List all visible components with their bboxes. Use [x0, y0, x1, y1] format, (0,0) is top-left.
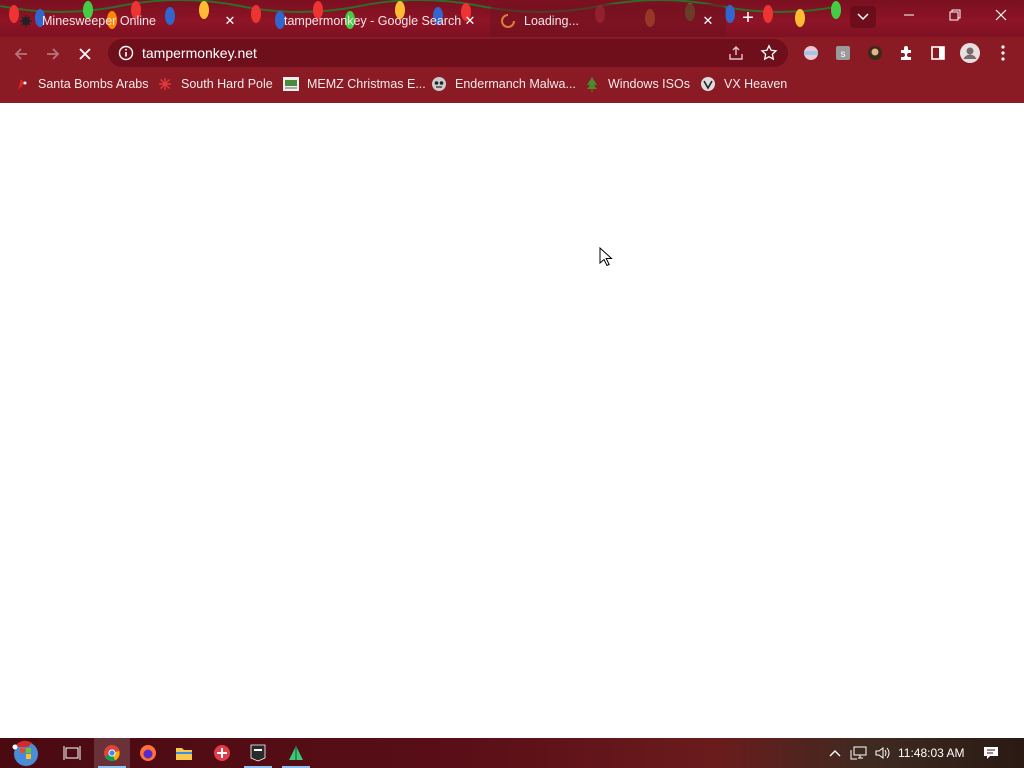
extension-avatar-icon[interactable] [866, 44, 884, 62]
network-button[interactable] [849, 738, 869, 768]
forward-button[interactable] [40, 41, 66, 67]
chevron-down-icon [857, 13, 869, 21]
bookmark-label: MEMZ Christmas E... [307, 77, 426, 91]
address-bar[interactable]: tampermonkey.net [108, 39, 788, 67]
tab-title: Loading... [524, 13, 579, 28]
taskbar-firefox[interactable] [130, 738, 166, 768]
folder-icon [176, 748, 192, 760]
tab-title: Minesweeper Online [42, 13, 156, 28]
url-text[interactable]: tampermonkey.net [142, 39, 257, 67]
epic-games-icon [250, 744, 266, 762]
bookmark-south-hard-pole[interactable]: South Hard Pole [157, 69, 273, 99]
stop-loading-button[interactable] [72, 41, 98, 67]
firefox-icon [140, 745, 156, 761]
taskbar-chrome[interactable] [94, 738, 130, 768]
mouse-pointer-icon [599, 247, 613, 267]
close-icon [79, 48, 91, 60]
minimize-button[interactable] [886, 0, 932, 30]
profile-avatar-icon[interactable] [960, 43, 980, 63]
action-center-button[interactable] [980, 738, 1002, 768]
bookmark-vx-heaven[interactable]: VX Heaven [700, 69, 787, 99]
tab-loading[interactable]: Loading... ✕ [490, 4, 726, 37]
arrow-left-icon [14, 48, 27, 60]
minesweeper-favicon-icon [18, 13, 34, 29]
bookmark-label: Santa Bombs Arabs [38, 77, 149, 91]
bookmark-memz-christmas[interactable]: MEMZ Christmas E... [283, 69, 426, 99]
close-tab-icon[interactable]: ✕ [700, 13, 716, 29]
bookmark-santa-bombs[interactable]: Santa Bombs Arabs [14, 69, 148, 99]
show-hidden-icons-button[interactable] [826, 738, 844, 768]
memz-icon [283, 76, 299, 92]
notification-icon [984, 747, 998, 759]
close-tab-icon[interactable]: ✕ [462, 13, 478, 29]
tab-title: tampermonkey - Google Search [284, 13, 462, 28]
taskbar-epic-games[interactable] [240, 738, 276, 768]
info-icon[interactable] [118, 45, 134, 61]
arrow-right-icon [47, 48, 60, 60]
svg-text:s: s [841, 49, 846, 60]
restore-button[interactable] [932, 0, 978, 30]
menu-kebab-icon[interactable] [994, 44, 1012, 62]
taskbar-clock[interactable]: 11:48:03 AM [898, 738, 965, 768]
browser-toolbar: tampermonkey.net s [0, 37, 1024, 69]
tab-strip: Minesweeper Online ✕ tampermonkey - Goog… [0, 0, 1024, 37]
green-app-icon [289, 746, 303, 760]
taskbar-file-explorer[interactable] [166, 738, 202, 768]
taskbar-red-app[interactable] [204, 738, 240, 768]
volume-button[interactable] [873, 738, 893, 768]
windows-taskbar: 11:48:03 AM [0, 738, 1024, 768]
tab-minesweeper[interactable]: Minesweeper Online ✕ [8, 4, 248, 37]
google-favicon-icon [260, 13, 276, 29]
extension-flag-icon[interactable] [802, 44, 820, 62]
bookmark-star-icon[interactable] [760, 44, 778, 62]
task-view-icon [63, 746, 81, 760]
minimize-icon [904, 14, 914, 16]
new-tab-button[interactable]: + [736, 6, 760, 30]
santa-icon [14, 76, 30, 92]
extension-s-icon[interactable]: s [834, 44, 852, 62]
tab-search-button[interactable] [850, 6, 876, 28]
extensions-puzzle-icon[interactable] [897, 44, 915, 62]
close-window-button[interactable] [978, 0, 1024, 30]
network-icon [850, 746, 867, 760]
chevron-up-icon [829, 750, 841, 757]
windows-start-orb-icon [12, 740, 38, 766]
close-icon [995, 9, 1007, 21]
start-button[interactable] [6, 738, 46, 768]
side-panel-icon[interactable] [929, 44, 947, 62]
bookmark-label: South Hard Pole [181, 77, 273, 91]
red-app-icon [214, 745, 230, 761]
restore-icon [949, 9, 961, 21]
endermanch-icon [431, 76, 447, 92]
page-content-blank [0, 103, 1024, 738]
bookmark-endermanch-malware[interactable]: Endermanch Malwa... [431, 69, 576, 99]
tree-icon [584, 76, 600, 92]
loading-spinner-icon [500, 13, 516, 29]
chrome-icon [104, 745, 120, 762]
close-tab-icon[interactable]: ✕ [222, 13, 238, 29]
back-button[interactable] [8, 41, 34, 67]
vx-icon [700, 76, 716, 92]
task-view-button[interactable] [54, 738, 90, 768]
taskbar-green-app[interactable] [278, 738, 314, 768]
bookmark-label: Endermanch Malwa... [455, 77, 576, 91]
share-icon[interactable] [728, 45, 744, 61]
bookmarks-bar: Santa Bombs Arabs South Hard Pole MEMZ C… [0, 69, 1024, 103]
bookmark-label: VX Heaven [724, 77, 788, 91]
snowflake-icon [157, 76, 173, 92]
bookmark-label: Windows ISOs [608, 77, 690, 91]
tab-google-search[interactable]: tampermonkey - Google Search ✕ [250, 4, 488, 37]
speaker-icon [875, 747, 890, 759]
bookmark-windows-isos[interactable]: Windows ISOs [584, 69, 690, 99]
